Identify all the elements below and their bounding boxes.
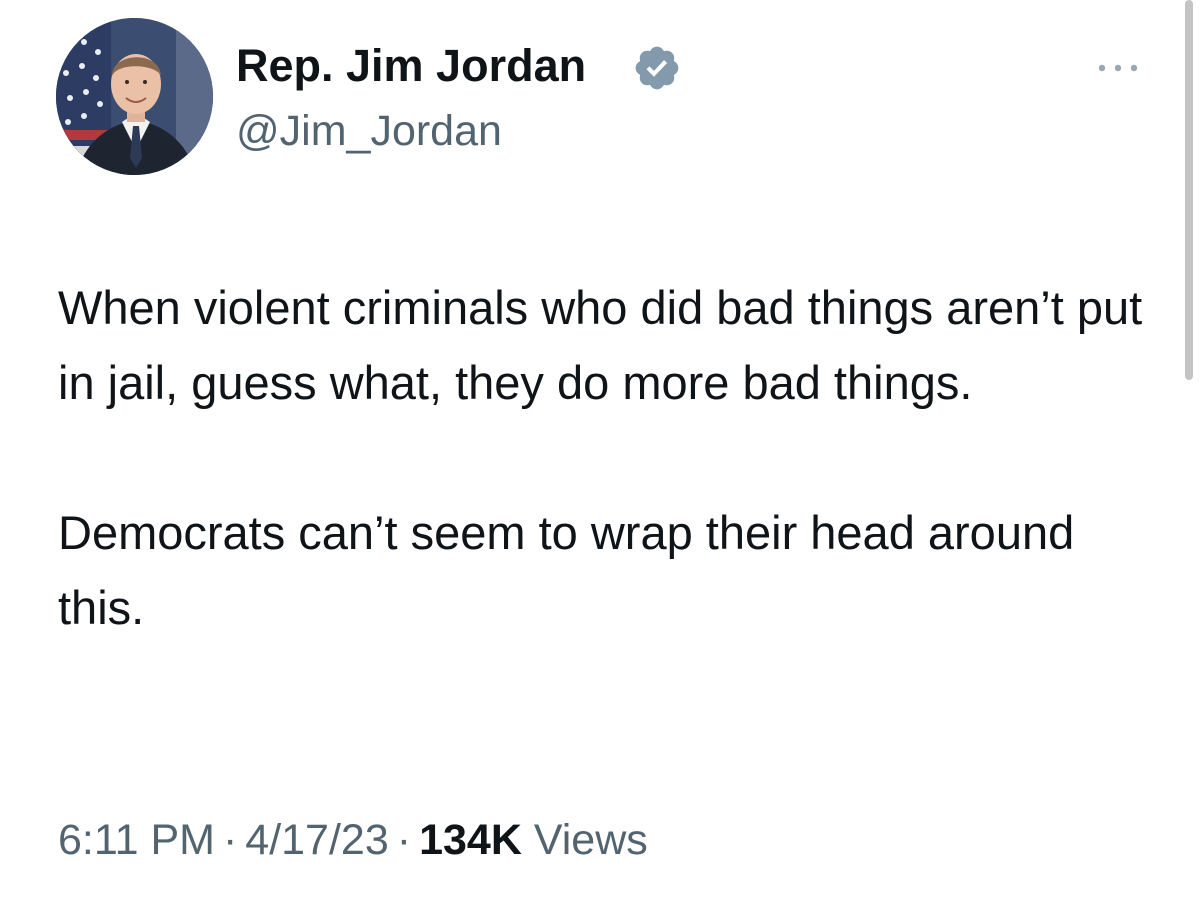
tweet-paragraph-1: When violent criminals who did bad thing…	[58, 281, 1143, 409]
tweet-paragraph-2: Democrats can’t seem to wrap their head …	[58, 506, 1075, 634]
tweet-meta: 6:11 PM · 4/17/23 · 134K Views	[58, 810, 648, 870]
meta-separator: ·	[396, 816, 412, 864]
tweet-date[interactable]: 4/17/23	[245, 816, 388, 864]
more-options-icon	[1098, 64, 1138, 72]
author-handle[interactable]: @Jim_Jordan	[236, 104, 502, 158]
verified-badge-icon[interactable]	[632, 43, 682, 93]
views-count[interactable]: 134K	[419, 816, 522, 864]
scrollbar[interactable]	[1185, 0, 1193, 380]
tweet-card: Rep. Jim Jordan @Jim_Jordan When violent…	[0, 0, 1200, 903]
avatar-portrait-image	[56, 18, 213, 175]
author-name[interactable]: Rep. Jim Jordan	[236, 38, 586, 94]
avatar[interactable]	[56, 18, 213, 175]
tweet-text: When violent criminals who did bad thing…	[58, 270, 1168, 645]
more-options-button[interactable]	[1090, 50, 1146, 86]
tweet-time[interactable]: 6:11 PM	[58, 816, 215, 864]
meta-separator: ·	[222, 816, 238, 864]
views-label: Views	[533, 816, 648, 864]
